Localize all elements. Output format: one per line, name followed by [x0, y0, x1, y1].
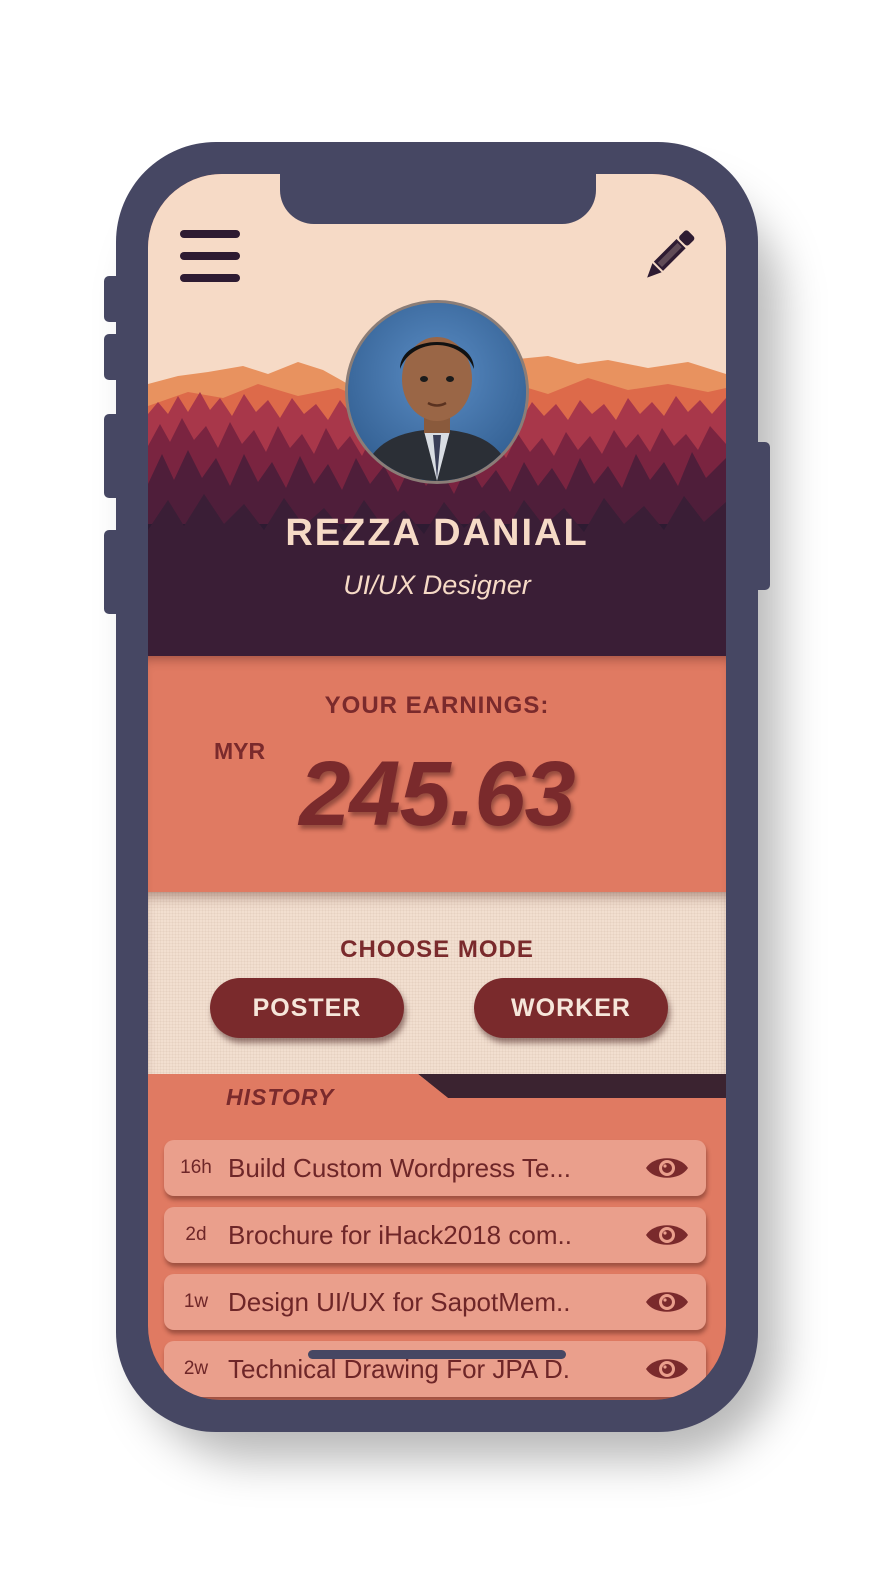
phone-notch [280, 174, 596, 224]
history-item[interactable]: 16h Build Custom Wordpress Te... [164, 1140, 706, 1196]
choose-mode-label: CHOOSE MODE [340, 936, 534, 963]
mode-panel: CHOOSE MODE POSTER WORKER [148, 892, 726, 1082]
edit-profile-button[interactable] [638, 226, 698, 286]
home-indicator[interactable] [308, 1350, 566, 1359]
history-item-title: Design UI/UX for SapotMem.. [228, 1287, 571, 1317]
history-item-age: 16h [180, 1157, 212, 1178]
eye-icon[interactable] [644, 1353, 690, 1385]
worker-mode-button[interactable]: WORKER [474, 978, 668, 1038]
phone-side-button [104, 276, 118, 322]
history-item-title: Build Custom Wordpress Te... [228, 1153, 571, 1183]
profile-header: REZZA DANIAL UI/UX Designer [148, 174, 726, 656]
eye-icon[interactable] [644, 1286, 690, 1318]
history-item[interactable]: 2d Brochure for iHack2018 com.. [164, 1207, 706, 1263]
phone-power-button [756, 442, 770, 590]
earnings-label: YOUR EARNINGS: [324, 692, 550, 719]
menu-button[interactable] [178, 228, 242, 286]
earnings-panel: YOUR EARNINGS: MYR 245.63 [148, 656, 726, 892]
history-item[interactable]: 1w Design UI/UX for SapotMem.. [164, 1274, 706, 1330]
avatar-portrait [348, 303, 526, 481]
phone-volume-up-button [104, 414, 118, 498]
hamburger-icon-bar [180, 252, 240, 260]
poster-mode-button[interactable]: POSTER [210, 978, 404, 1038]
earnings-amount: 245.63 [299, 743, 575, 845]
phone-volume-down-button [104, 530, 118, 614]
hamburger-icon-bar [180, 274, 240, 282]
profile-name: REZZA DANIAL [285, 512, 589, 554]
history-item-age: 1w [183, 1291, 209, 1312]
app-screen: REZZA DANIAL UI/UX Designer YOUR EARNING… [148, 174, 726, 1400]
eye-icon[interactable] [644, 1152, 690, 1184]
history-item-age: 2d [185, 1224, 207, 1245]
pencil-icon [647, 230, 695, 278]
profile-role: UI/UX Designer [343, 570, 531, 600]
phone-side-button [104, 334, 118, 380]
history-item-age: 2w [183, 1358, 209, 1379]
history-item-title: Brochure for iHack2018 com.. [228, 1220, 572, 1250]
eye-icon[interactable] [644, 1219, 690, 1251]
hamburger-icon-bar [180, 230, 240, 238]
history-label: HISTORY [226, 1084, 335, 1110]
history-list: 16h Build Custom Wordpress Te... 2d Broc… [164, 1140, 708, 1400]
profile-avatar[interactable] [345, 300, 529, 484]
